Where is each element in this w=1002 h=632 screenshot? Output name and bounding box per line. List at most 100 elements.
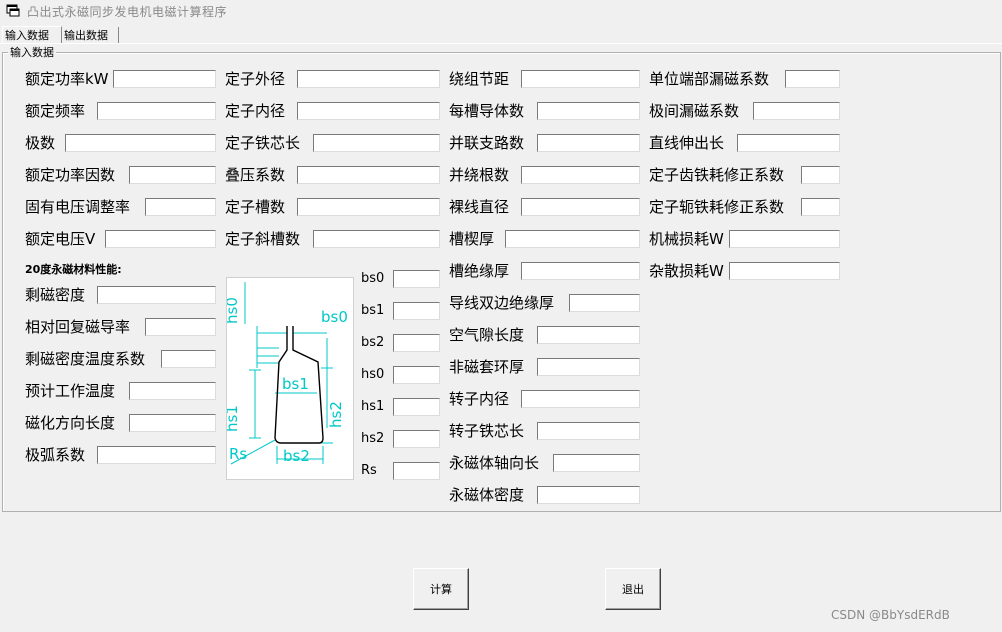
label-magnet-density: 永磁体密度 — [449, 486, 525, 504]
input-bs2[interactable] — [393, 334, 440, 352]
label-remanence-temp-coeff: 剩磁密度温度系数 — [25, 350, 146, 368]
label-mechanical-loss: 机械损耗W — [649, 230, 724, 248]
label-bs2: bs2 — [361, 335, 385, 350]
input-hs1[interactable] — [393, 398, 440, 416]
diagram-label-hs1: hs1 — [226, 405, 241, 432]
input-remanence-temp-coeff[interactable] — [161, 350, 216, 368]
input-strands-in-hand[interactable] — [521, 166, 640, 184]
diagram-label-hs0: hs0 — [226, 297, 241, 324]
input-stator-inner-diameter[interactable] — [297, 102, 440, 120]
input-working-temperature[interactable] — [129, 382, 216, 400]
input-stator-skew-slots[interactable] — [313, 230, 440, 248]
label-recoil-permeability: 相对回复磁导率 — [25, 318, 131, 336]
input-hs2[interactable] — [393, 430, 440, 448]
label-rs: Rs — [361, 463, 377, 478]
label-rotor-inner-diameter: 转子内径 — [449, 390, 510, 408]
input-pole-count[interactable] — [65, 134, 216, 152]
label-end-leakage-coefficient: 单位端部漏磁系数 — [649, 70, 770, 88]
label-bs1: bs1 — [361, 303, 385, 318]
input-interpole-leakage-coefficient[interactable] — [753, 102, 840, 120]
input-rs[interactable] — [393, 462, 440, 480]
diagram-label-hs2: hs2 — [327, 401, 345, 428]
window-title: 凸出式永磁同步发电机电磁计算程序 — [27, 5, 228, 19]
tab-input-data[interactable]: 输入数据 — [2, 26, 62, 44]
label-stray-loss: 杂散损耗W — [649, 262, 724, 280]
magnet-section-heading: 20度永磁材料性能: — [25, 263, 122, 276]
input-bs1[interactable] — [393, 302, 440, 320]
input-stray-loss[interactable] — [729, 262, 840, 280]
label-stator-inner-diameter: 定子内径 — [225, 102, 286, 120]
app-icon — [6, 4, 20, 17]
input-voltage-regulation[interactable] — [145, 198, 216, 216]
label-slot-insulation-thickness: 槽绝缘厚 — [449, 262, 510, 280]
label-magnet-axial-length: 永磁体轴向长 — [449, 454, 540, 472]
input-yoke-iron-loss-correction[interactable] — [801, 198, 840, 216]
label-stator-core-length: 定子铁芯长 — [225, 134, 301, 152]
watermark-text: CSDN @BbYsdERdB — [831, 608, 950, 622]
input-parallel-branches[interactable] — [537, 134, 640, 152]
title-bar: 凸出式永磁同步发电机电磁计算程序 — [0, 0, 1002, 22]
input-bs0[interactable] — [393, 270, 440, 288]
input-rotor-inner-diameter[interactable] — [521, 390, 640, 408]
label-bs0: bs0 — [361, 271, 385, 286]
input-nonmagnetic-sleeve-thickness[interactable] — [537, 358, 640, 376]
tab-output-data[interactable]: 输出数据 — [62, 27, 119, 44]
diagram-label-bs2: bs2 — [283, 447, 310, 465]
tab-strip: 输入数据 输出数据 — [0, 26, 1002, 44]
input-hs0[interactable] — [393, 366, 440, 384]
input-straight-extension-length[interactable] — [737, 134, 840, 152]
input-bare-wire-diameter[interactable] — [521, 198, 640, 216]
input-end-leakage-coefficient[interactable] — [785, 70, 840, 88]
label-slot-wedge-thickness: 槽楔厚 — [449, 230, 495, 248]
input-stator-core-length[interactable] — [313, 134, 440, 152]
input-pole-arc-coefficient[interactable] — [97, 446, 216, 464]
groupbox-legend: 输入数据 — [8, 44, 56, 60]
input-remanence[interactable] — [97, 286, 216, 304]
label-hs2: hs2 — [361, 431, 385, 446]
label-magnetization-length: 磁化方向长度 — [25, 414, 116, 432]
label-stator-outer-diameter: 定子外径 — [225, 70, 286, 88]
input-rotor-core-length[interactable] — [537, 422, 640, 440]
label-rated-power-factor: 额定功率因数 — [25, 166, 116, 184]
input-conductors-per-slot[interactable] — [537, 102, 640, 120]
label-winding-pitch: 绕组节距 — [449, 70, 510, 88]
input-mechanical-loss[interactable] — [729, 230, 840, 248]
input-air-gap-length[interactable] — [537, 326, 640, 344]
input-wire-insulation-thickness[interactable] — [569, 294, 640, 312]
input-rated-power-factor[interactable] — [129, 166, 216, 184]
input-magnet-density[interactable] — [537, 486, 640, 504]
calculate-button[interactable]: 计算 — [413, 568, 469, 610]
input-magnetization-length[interactable] — [129, 414, 216, 432]
input-tooth-iron-loss-correction[interactable] — [801, 166, 840, 184]
input-rated-voltage[interactable] — [105, 230, 216, 248]
label-yoke-iron-loss-correction: 定子轭铁耗修正系数 — [649, 198, 785, 216]
input-magnet-axial-length[interactable] — [553, 454, 640, 472]
diagram-label-bs1: bs1 — [282, 375, 309, 393]
input-slot-insulation-thickness[interactable] — [521, 262, 640, 280]
input-stator-slot-count[interactable] — [297, 198, 440, 216]
label-nonmagnetic-sleeve-thickness: 非磁套环厚 — [449, 358, 525, 376]
input-rated-frequency[interactable] — [97, 102, 216, 120]
label-rated-frequency: 额定频率 — [25, 102, 86, 120]
label-remanence: 剩磁密度 — [25, 286, 86, 304]
input-data-groupbox — [2, 52, 1001, 512]
label-bare-wire-diameter: 裸线直径 — [449, 198, 510, 216]
label-wire-insulation-thickness: 导线双边绝缘厚 — [449, 294, 555, 312]
input-recoil-permeability[interactable] — [145, 318, 216, 336]
label-conductors-per-slot: 每槽导体数 — [449, 102, 525, 120]
label-stacking-factor: 叠压系数 — [225, 166, 286, 184]
label-strands-in-hand: 并绕根数 — [449, 166, 510, 184]
input-rated-power[interactable] — [113, 70, 216, 88]
label-rated-power: 额定功率kW — [25, 70, 109, 88]
label-hs0: hs0 — [361, 367, 385, 382]
label-tooth-iron-loss-correction: 定子齿铁耗修正系数 — [649, 166, 785, 184]
input-winding-pitch[interactable] — [521, 70, 640, 88]
label-stator-skew-slots: 定子斜槽数 — [225, 230, 301, 248]
exit-button[interactable]: 退出 — [605, 568, 661, 610]
input-stator-outer-diameter[interactable] — [297, 70, 440, 88]
tab-divider — [0, 43, 1002, 44]
label-working-temperature: 预计工作温度 — [25, 382, 116, 400]
input-stacking-factor[interactable] — [297, 166, 440, 184]
label-parallel-branches: 并联支路数 — [449, 134, 525, 152]
input-slot-wedge-thickness[interactable] — [505, 230, 640, 248]
